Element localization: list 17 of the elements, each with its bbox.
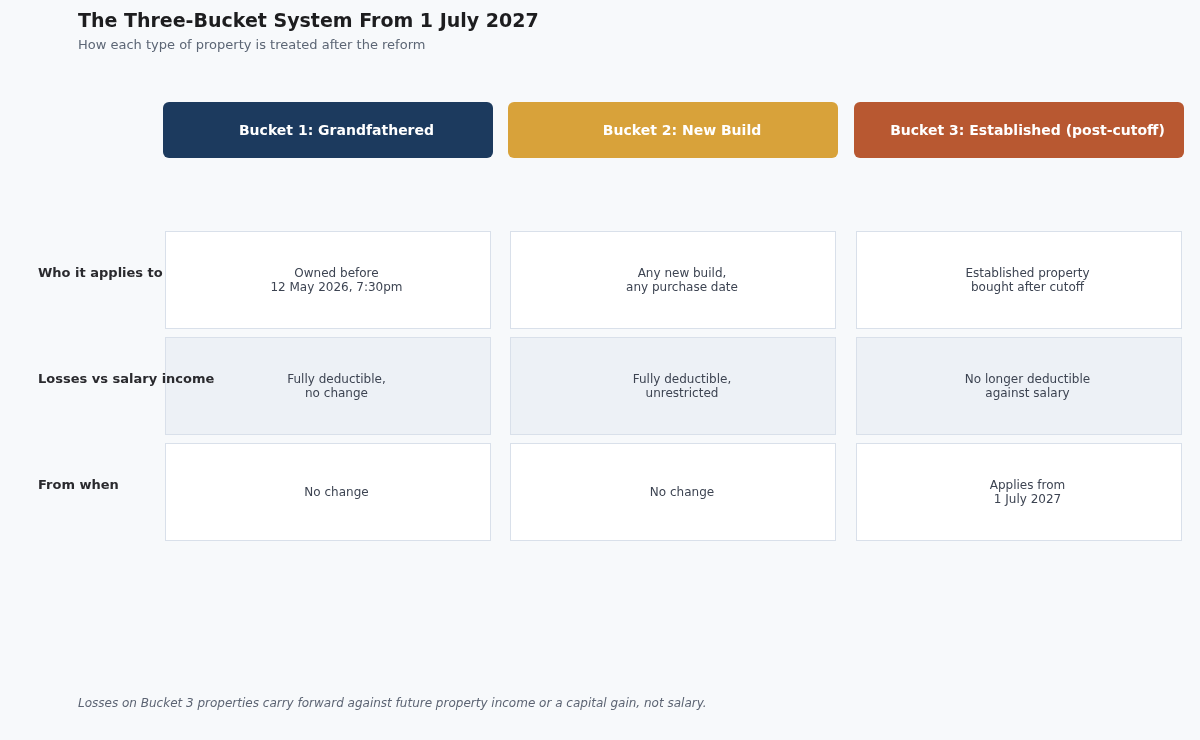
row-label: Who it applies to xyxy=(38,265,163,282)
chart-subtitle: How each type of property is treated after the reform xyxy=(78,37,427,52)
row-label: Losses vs salary income xyxy=(38,371,215,388)
footnote: Losses on Bucket 3 properties carry forward against future property income or a capital gain, not salary. xyxy=(77,696,708,710)
bucket-header: Bucket 1: Grandfathered xyxy=(162,102,493,158)
table-cell: No longer deductible against salary xyxy=(855,337,1182,435)
table-cell: Any new build, any purchase date xyxy=(510,231,836,329)
table-cell: Owned before 12 May 2026, 7:30pm xyxy=(164,231,491,329)
table-cell: Established property bought after cutoff xyxy=(855,231,1182,329)
bucket-header: Bucket 2: New Build xyxy=(508,102,838,158)
table-cell: Fully deductible, unrestricted xyxy=(510,337,836,435)
table-cell: No change xyxy=(510,443,836,541)
table-cell: No change xyxy=(164,443,491,541)
chart-title: The Three-Bucket System From 1 July 2027 xyxy=(78,8,540,32)
bucket-header: Bucket 3: Established (post-cutoff) xyxy=(853,102,1184,158)
table-cell: Applies from 1 July 2027 xyxy=(855,443,1182,541)
row-label: From when xyxy=(38,477,119,494)
